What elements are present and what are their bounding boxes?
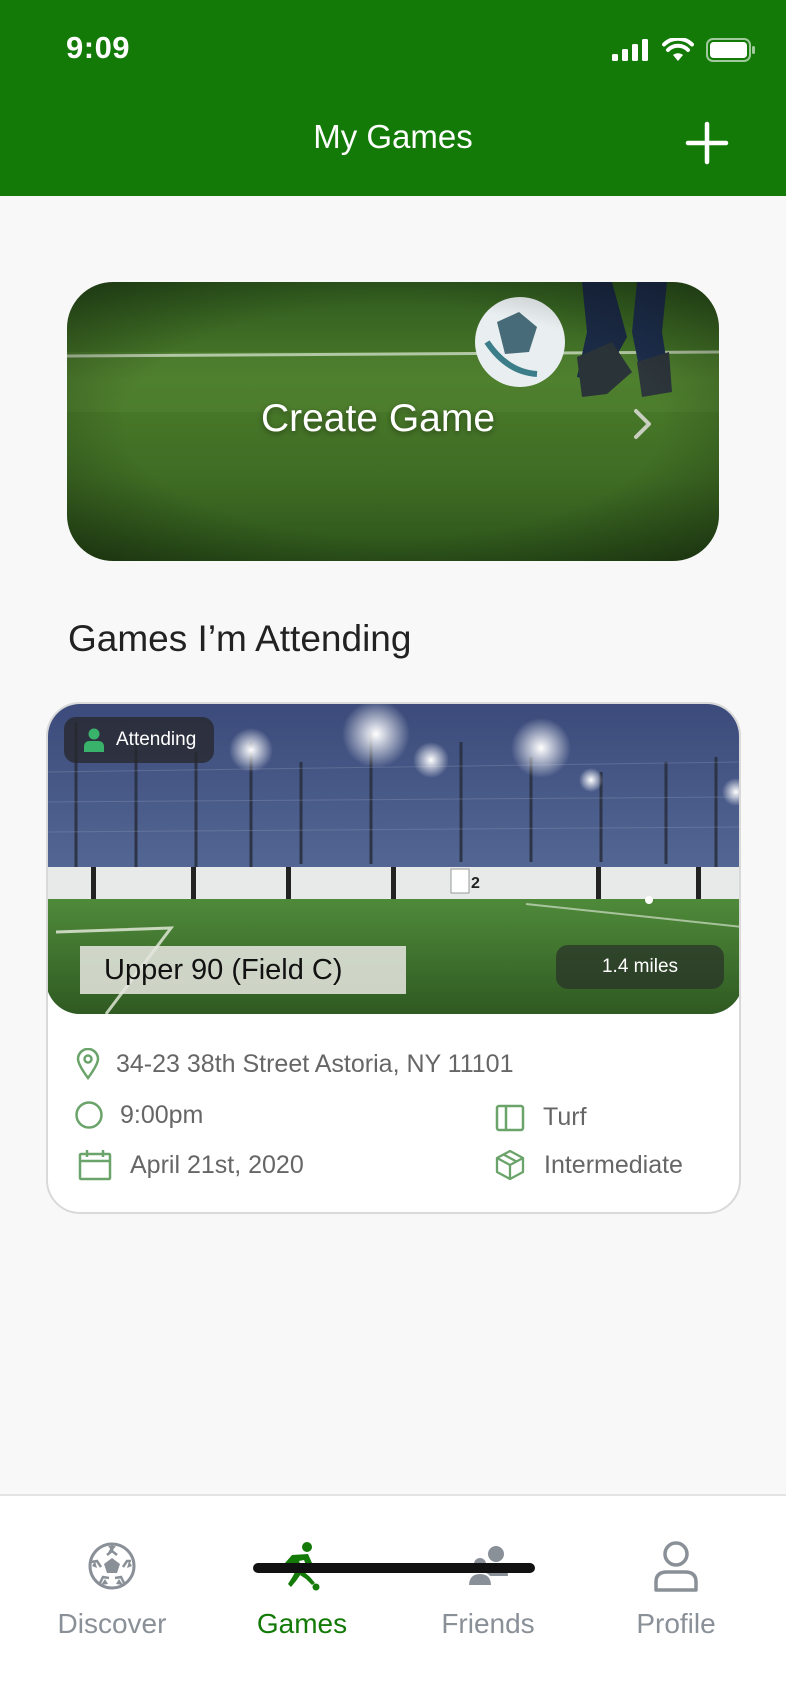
svg-text:2: 2 [471,875,480,892]
distance-badge: 1.4 miles [556,945,724,989]
status-icons [612,38,756,62]
tab-discover[interactable]: Discover [32,1536,192,1640]
cube-icon [495,1149,525,1181]
field-name: Upper 90 (Field C) [80,946,406,994]
calendar-icon [78,1150,112,1181]
address-detail: 34-23 38th Street Astoria, NY 11101 [76,1048,514,1080]
level-text: Intermediate [544,1150,683,1179]
create-game-card[interactable]: Create Game [67,282,719,561]
create-game-label: Create Game [260,397,496,440]
tab-profile[interactable]: Profile [596,1536,756,1640]
clock-icon [75,1101,103,1129]
tab-bar: Discover Games Friends Profile [0,1494,786,1703]
person-icon [654,1541,698,1592]
tab-label-games: Games [256,1608,348,1639]
home-indicator [253,1563,535,1573]
tab-label-friends: Friends [441,1608,535,1639]
soccer-ball-icon [88,1542,136,1590]
surface-text: Turf [543,1103,587,1131]
wifi-icon [662,38,694,61]
tab-games[interactable]: Games [222,1536,382,1640]
level-detail: Intermediate [494,1149,683,1181]
tab-friends[interactable]: Friends [408,1536,568,1640]
time-text: 9:00pm [120,1100,204,1129]
section-title: Games I’m Attending [68,618,412,659]
field-photo: 2 Attending Upper 90 (Field C) 1.4 miles [48,704,739,1014]
battery-icon [706,38,755,62]
tab-label-discover: Discover [57,1608,167,1639]
app-header: 9:09 My Games [0,0,786,196]
page-title: My Games [313,118,473,155]
signal-icon [612,39,648,61]
attending-badge: Attending [64,717,215,763]
address-text: 34-23 38th Street Astoria, NY 11101 [116,1049,514,1078]
game-card[interactable]: 2 Attending Upper 90 (Field C) 1.4 miles [46,702,741,1214]
location-pin-icon [76,1048,100,1080]
time-detail: 9:00pm [74,1100,203,1130]
person-icon [84,728,104,752]
tab-label-profile: Profile [636,1608,716,1639]
status-time: 9:09 [66,30,131,65]
date-detail: April 21st, 2020 [78,1149,304,1181]
chevron-right-icon [634,409,651,439]
attending-label: Attending [116,729,197,750]
date-text: April 21st, 2020 [130,1150,304,1179]
field-icon [495,1104,525,1131]
add-game-button[interactable] [684,120,730,166]
surface-detail: Turf [495,1103,587,1132]
